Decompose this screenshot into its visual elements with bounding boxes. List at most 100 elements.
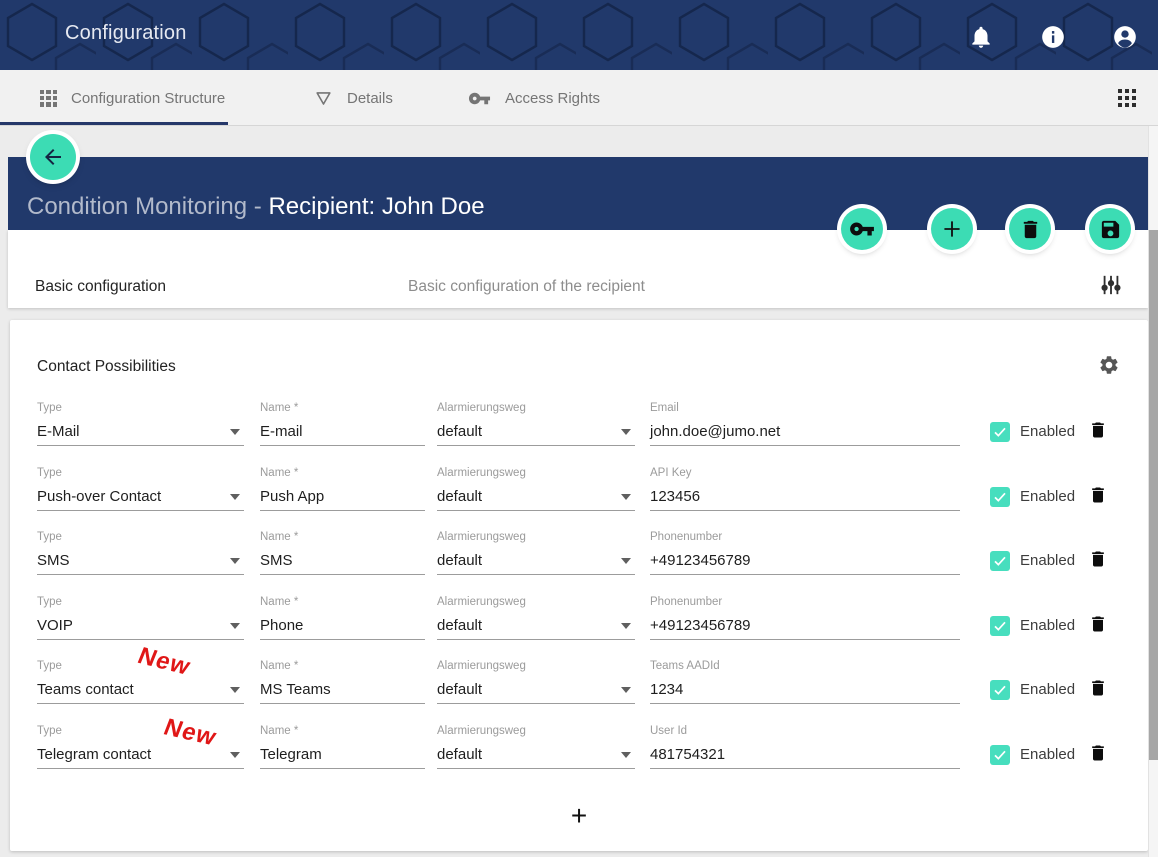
alarm-route-select[interactable]: Alarmierungsweg default: [437, 402, 635, 446]
contact-detail-label: Phonenumber: [650, 531, 722, 543]
name-input[interactable]: Name * SMS: [260, 531, 425, 575]
check-icon: [992, 424, 1008, 440]
type-select[interactable]: Type E-Mail: [37, 402, 244, 446]
name-input[interactable]: Name * Phone: [260, 596, 425, 640]
enabled-checkbox[interactable]: [990, 680, 1010, 700]
chevron-down-icon[interactable]: [621, 558, 631, 564]
type-label: Type: [37, 596, 62, 608]
plus-icon: [939, 216, 965, 242]
delete-row-button[interactable]: [1088, 677, 1108, 699]
delete-button[interactable]: [1009, 208, 1051, 250]
basic-configuration-strip: Basic configuration Basic configuration …: [8, 230, 1148, 308]
add-contact-button[interactable]: +: [563, 800, 595, 832]
contact-detail-input[interactable]: Email john.doe@jumo.net: [650, 402, 960, 446]
banner-title-prefix: Condition Monitoring -: [27, 193, 268, 220]
delete-row-button[interactable]: [1088, 484, 1108, 506]
alarm-route-label: Alarmierungsweg: [437, 531, 526, 543]
contact-detail-input[interactable]: API Key 123456: [650, 467, 960, 511]
delete-row-button[interactable]: [1088, 742, 1108, 764]
contact-detail-value: 1234: [650, 681, 683, 698]
add-button[interactable]: [931, 208, 973, 250]
type-select[interactable]: Type SMS: [37, 531, 244, 575]
detail-banner: Condition Monitoring - Recipient: John D…: [8, 157, 1148, 230]
enabled-checkbox[interactable]: [990, 551, 1010, 571]
back-button[interactable]: [30, 134, 76, 180]
contact-detail-value: +49123456789: [650, 617, 751, 634]
tab-configuration-structure[interactable]: Configuration Structure: [40, 70, 225, 126]
contact-detail-value: john.doe@jumo.net: [650, 423, 780, 440]
chevron-down-icon[interactable]: [230, 558, 240, 564]
active-tab-indicator: [0, 122, 228, 125]
type-select[interactable]: Type Telegram contact: [37, 725, 244, 769]
save-button[interactable]: [1089, 208, 1131, 250]
enabled-checkbox[interactable]: [990, 422, 1010, 442]
trash-icon: [1088, 677, 1108, 699]
chevron-down-icon[interactable]: [230, 494, 240, 500]
contact-detail-input[interactable]: User Id 481754321: [650, 725, 960, 769]
delete-row-button[interactable]: [1088, 613, 1108, 635]
contact-detail-value: 123456: [650, 488, 700, 505]
chevron-down-icon[interactable]: [621, 687, 631, 693]
banner-title: Condition Monitoring - Recipient: John D…: [27, 193, 485, 221]
chevron-down-icon[interactable]: [230, 752, 240, 758]
contact-row: Type SMS Name * SMS Alarmierungsweg defa…: [10, 527, 1148, 592]
check-icon: [992, 553, 1008, 569]
chevron-down-icon[interactable]: [621, 429, 631, 435]
alarm-route-select[interactable]: Alarmierungsweg default: [437, 596, 635, 640]
tab-access-rights[interactable]: Access Rights: [468, 70, 600, 126]
bell-icon[interactable]: [968, 24, 994, 50]
chevron-down-icon[interactable]: [621, 752, 631, 758]
alarm-route-select[interactable]: Alarmierungsweg default: [437, 725, 635, 769]
chevron-down-icon[interactable]: [621, 494, 631, 500]
alarm-route-select[interactable]: Alarmierungsweg default: [437, 660, 635, 704]
tab-label: Details: [347, 90, 393, 107]
name-input[interactable]: Name * E-mail: [260, 402, 425, 446]
contact-row: Type Teams contact Name * MS Teams Alarm…: [10, 656, 1148, 721]
page-scrollbar[interactable]: [1148, 126, 1158, 857]
enabled-checkbox[interactable]: [990, 616, 1010, 636]
trash-icon: [1088, 742, 1108, 764]
enabled-label: Enabled: [1020, 746, 1075, 763]
tab-details[interactable]: Details: [314, 70, 393, 126]
chevron-down-icon[interactable]: [621, 623, 631, 629]
name-input[interactable]: Name * Telegram: [260, 725, 425, 769]
contact-detail-input[interactable]: Teams AADId 1234: [650, 660, 960, 704]
contact-detail-value: 481754321: [650, 746, 725, 763]
chevron-down-icon[interactable]: [230, 429, 240, 435]
check-icon: [992, 618, 1008, 634]
alarm-route-value: default: [437, 746, 482, 763]
type-select[interactable]: Type Push-over Contact: [37, 467, 244, 511]
name-label: Name *: [260, 725, 298, 737]
tune-icon[interactable]: [1100, 274, 1122, 296]
check-icon: [992, 489, 1008, 505]
chevron-down-icon[interactable]: [230, 623, 240, 629]
contact-detail-input[interactable]: Phonenumber +49123456789: [650, 531, 960, 575]
check-icon: [992, 747, 1008, 763]
account-icon[interactable]: [1112, 24, 1138, 50]
tab-label: Configuration Structure: [71, 90, 225, 107]
delete-row-button[interactable]: [1088, 419, 1108, 441]
access-rights-button[interactable]: [841, 208, 883, 250]
gear-icon[interactable]: [1098, 354, 1120, 376]
chevron-down-icon[interactable]: [230, 687, 240, 693]
type-select[interactable]: Type Teams contact: [37, 660, 244, 704]
arrow-left-icon: [41, 145, 65, 169]
delete-row-button[interactable]: [1088, 548, 1108, 570]
alarm-route-select[interactable]: Alarmierungsweg default: [437, 531, 635, 575]
contact-row: Type Push-over Contact Name * Push App A…: [10, 463, 1148, 528]
alarm-route-label: Alarmierungsweg: [437, 660, 526, 672]
enabled-checkbox[interactable]: [990, 487, 1010, 507]
name-input[interactable]: Name * MS Teams: [260, 660, 425, 704]
enabled-checkbox[interactable]: [990, 745, 1010, 765]
info-icon[interactable]: [1040, 24, 1066, 50]
type-select[interactable]: Type VOIP: [37, 596, 244, 640]
name-input[interactable]: Name * Push App: [260, 467, 425, 511]
name-label: Name *: [260, 467, 298, 479]
apps-grid-icon[interactable]: [1118, 89, 1136, 107]
scrollbar-thumb[interactable]: [1149, 230, 1158, 760]
alarm-route-select[interactable]: Alarmierungsweg default: [437, 467, 635, 511]
contact-detail-input[interactable]: Phonenumber +49123456789: [650, 596, 960, 640]
enabled-label: Enabled: [1020, 423, 1075, 440]
section-subtitle: Basic configuration of the recipient: [408, 278, 645, 296]
name-label: Name *: [260, 596, 298, 608]
